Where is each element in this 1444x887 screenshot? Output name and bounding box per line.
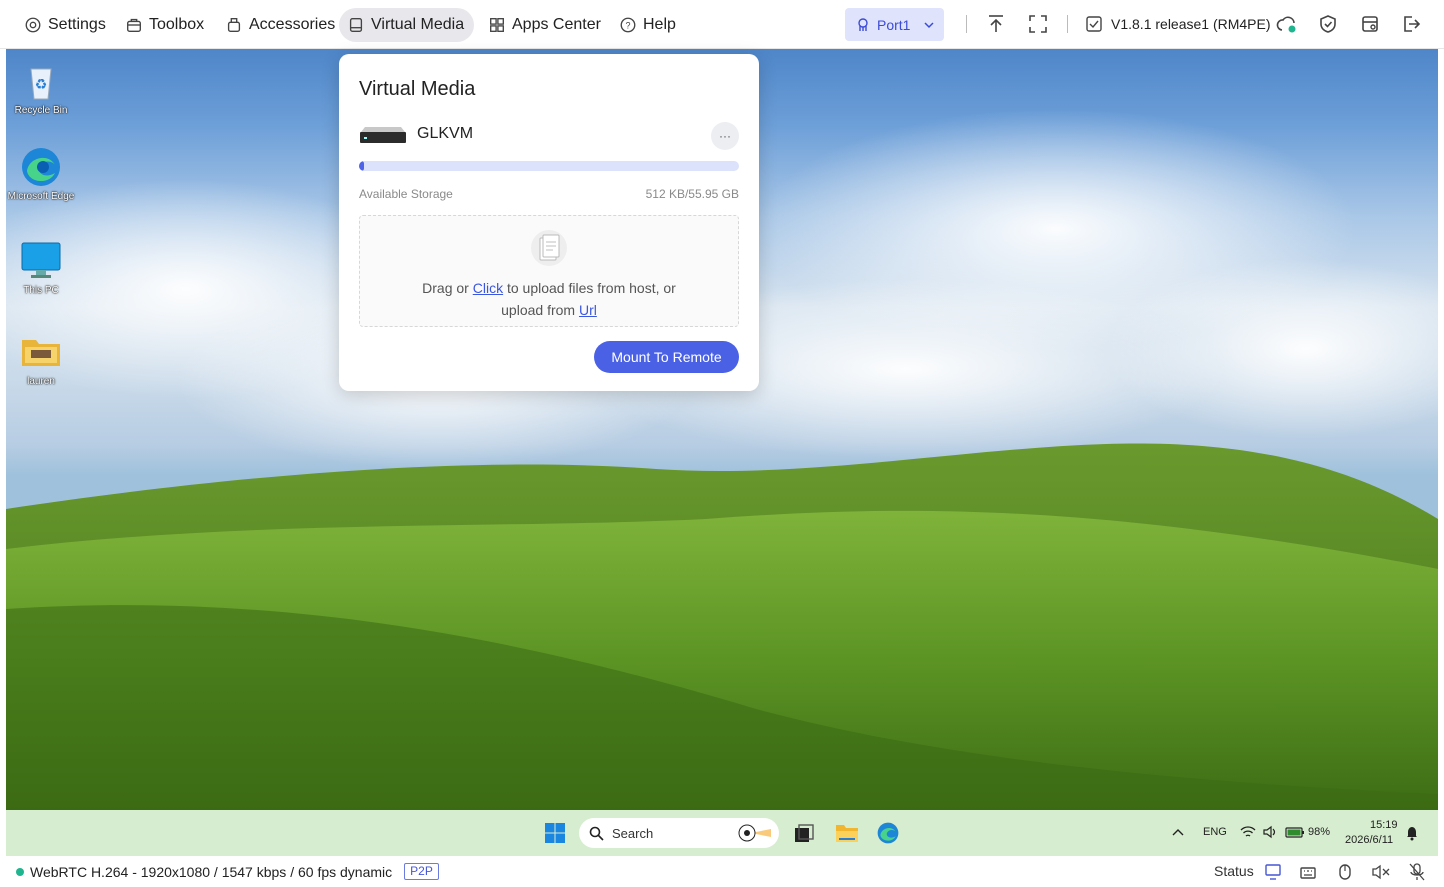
menu-virtual-media-label: Virtual Media [371,16,465,33]
folder-icon [22,340,60,366]
more-options-button[interactable]: ··· [711,122,739,150]
toolbar-divider [966,15,967,33]
storage-drive-icon [360,127,406,143]
stream-info-text: WebRTC H.264 - 1920x1080 / 1547 kbps / 6… [30,863,393,880]
shield-icon[interactable] [1317,13,1339,35]
status-label[interactable]: Status [1214,863,1254,879]
upload-text: Drag or [422,280,473,296]
gear-icon [25,17,41,33]
chevron-down-icon [924,21,934,28]
desktop-icon-this-pc[interactable]: This PC [6,239,76,297]
toolbox-icon [127,18,141,32]
window-icon[interactable] [1359,13,1381,35]
upload-text: upload from [501,302,579,318]
accessories-icon [227,18,241,32]
status-bar: WebRTC H.264 - 1920x1080 / 1547 kbps / 6… [0,856,1444,887]
storage-value: 512 KB/55.95 GB [645,187,739,201]
mount-to-remote-button[interactable]: Mount To Remote [594,341,739,373]
menu-accessories-label: Accessories [249,16,336,33]
panel-title: Virtual Media [359,78,476,100]
mouse-icon[interactable] [1337,863,1353,881]
device-name: GLKVM [417,125,474,142]
upload-text: to upload files from host, or [503,280,676,296]
desktop-icon-label: lauren [27,376,55,387]
upload-instruction-line1: Drag or Click to upload files from host,… [360,280,738,296]
clock-date[interactable]: 2026/6/11 [1345,834,1393,846]
soccer-ball-icon [738,824,771,842]
version-check-icon [1086,16,1102,32]
menu-help-label: Help [643,16,676,33]
storage-progress-bar [359,161,739,171]
menu-apps-center[interactable]: Apps Center [480,8,609,42]
desktop-icon-recycle-bin[interactable]: ♻ Recycle Bin [6,59,76,117]
click-upload-link[interactable]: Click [473,280,503,296]
storage-progress-fill [359,161,364,171]
version-label: V1.8.1 release1 (RM4PE) [1111,16,1271,32]
top-toolbar: Settings Toolbox Accessories Virtual Med… [0,0,1444,49]
port-select[interactable]: Port1 [845,8,944,41]
connection-status-dot [16,867,24,876]
battery-percent: 98% [1308,826,1331,838]
help-icon: ? [620,17,636,33]
keyboard-icon[interactable] [1299,863,1317,881]
menu-apps-center-label: Apps Center [512,16,601,33]
language-indicator[interactable]: ENG [1203,826,1227,838]
remote-taskbar: Search ENG 98% 15:19 2026/6/11 [6,810,1438,856]
monitor-icon [21,242,61,278]
document-upload-icon [531,230,567,266]
tray-chevron-up-icon[interactable] [1172,827,1184,837]
edge-icon [22,148,60,186]
monitor-status-icon[interactable] [1264,863,1282,881]
fullscreen-icon[interactable] [1027,13,1049,35]
menu-help[interactable]: ? Help [611,8,684,42]
edge-taskbar-icon[interactable] [876,821,900,845]
toolbar-divider [1067,15,1068,33]
clock-time[interactable]: 15:19 [1370,819,1398,831]
task-view-icon[interactable] [793,823,815,845]
port-icon [858,17,868,31]
desktop-icon-label: This PC [23,285,59,296]
desktop-icon-label: Recycle Bin [14,105,68,116]
search-placeholder: Search [612,825,654,841]
drive-icon [349,18,363,32]
cloud-status-icon[interactable] [1276,13,1298,35]
menu-settings-label: Settings [48,16,106,33]
volume-icon[interactable] [1262,825,1278,839]
wifi-icon[interactable] [1240,825,1256,839]
notification-bell-icon[interactable] [1405,825,1419,841]
url-upload-link[interactable]: Url [579,302,597,318]
storage-device: GLKVM [359,124,473,144]
search-icon [589,826,604,841]
menu-settings[interactable]: Settings [16,8,114,42]
recycle-bin-icon: ♻ [30,68,52,100]
windows-start-icon[interactable] [544,822,566,844]
menu-toolbox-label: Toolbox [149,16,205,33]
apps-icon [490,18,504,32]
p2p-badge: P2P [404,863,439,880]
menu-virtual-media[interactable]: Virtual Media [339,8,474,42]
menu-toolbox[interactable]: Toolbox [117,8,212,42]
upload-drop-zone[interactable]: Drag or Click to upload files from host,… [359,215,739,327]
menu-accessories[interactable]: Accessories [217,8,343,42]
logout-icon[interactable] [1400,13,1422,35]
port-label: Port1 [877,16,911,33]
svg-text:?: ? [625,21,630,31]
svg-text:♻: ♻ [35,77,48,93]
upload-instruction-line2: upload from Url [360,302,738,318]
speaker-muted-icon[interactable] [1371,863,1391,881]
desktop-icon-label: Microsoft Edge [7,191,75,202]
version-info[interactable]: V1.8.1 release1 (RM4PE) [1085,13,1271,35]
desktop-icon-edge[interactable]: Microsoft Edge [6,145,76,203]
taskbar-search[interactable]: Search [579,818,779,848]
file-explorer-icon[interactable] [835,822,859,844]
virtual-media-panel: Virtual Media GLKVM ··· Available Storag… [339,54,759,391]
upload-icon[interactable] [985,13,1007,35]
battery-icon[interactable] [1285,825,1305,839]
storage-label: Available Storage [359,187,453,201]
stream-info: WebRTC H.264 - 1920x1080 / 1547 kbps / 6… [16,863,439,880]
desktop-icon-lauren[interactable]: lauren [6,330,76,388]
microphone-muted-icon[interactable] [1408,862,1426,882]
